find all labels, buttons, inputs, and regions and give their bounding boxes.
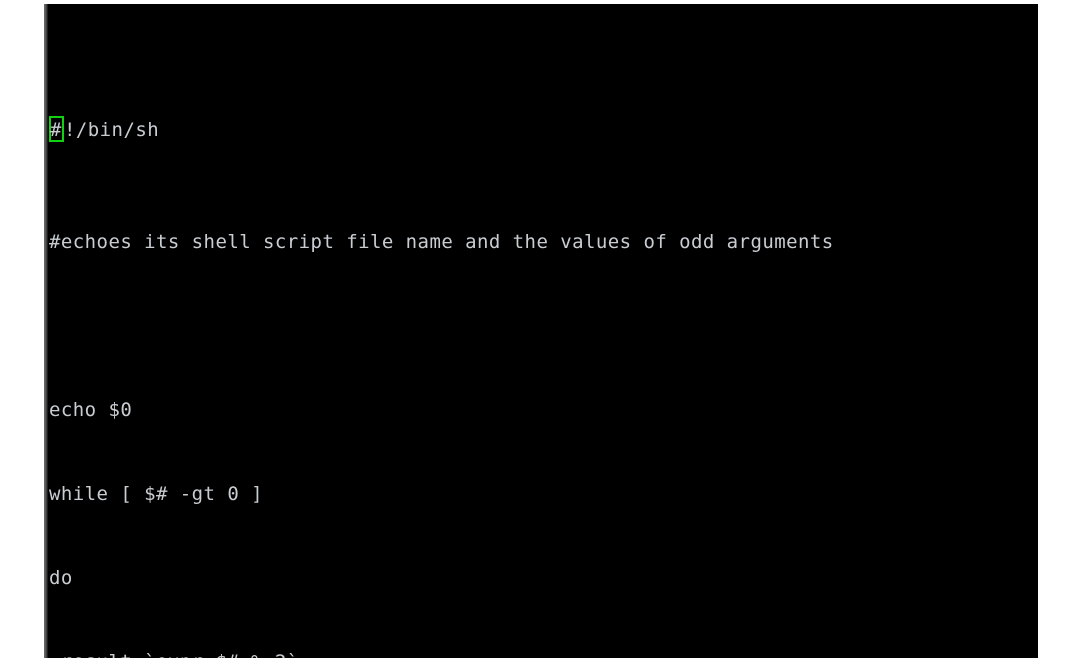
editor-line-4[interactable]: echo $0 <box>49 396 1038 424</box>
block-cursor: # <box>49 116 64 142</box>
editor-line-1[interactable]: # !/bin/sh <box>49 116 1038 144</box>
editor-line-6[interactable]: do <box>49 564 1038 592</box>
cursor-character: # <box>50 119 62 141</box>
screenshot-root: # !/bin/sh #echoes its shell script file … <box>0 0 1080 667</box>
editor-line-2[interactable]: #echoes its shell script file name and t… <box>49 228 1038 256</box>
editor-line-3[interactable] <box>49 312 1038 340</box>
editor-line-5[interactable]: while [ $# -gt 0 ] <box>49 480 1038 508</box>
editor-buffer[interactable]: # !/bin/sh #echoes its shell script file … <box>49 4 1038 658</box>
editor-line-7[interactable]: result=`expr $# % 2` <box>49 648 1038 658</box>
terminal-window[interactable]: # !/bin/sh #echoes its shell script file … <box>44 4 1038 658</box>
editor-line-1-text: !/bin/sh <box>64 119 160 141</box>
terminal-left-bevel <box>44 4 48 658</box>
